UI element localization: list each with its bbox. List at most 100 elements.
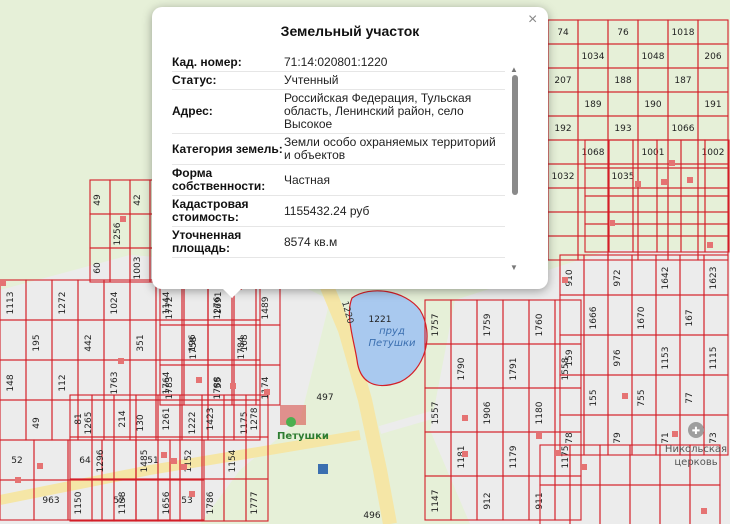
parcel-number-label: 1048: [642, 52, 665, 62]
church-label-2: церковь: [674, 457, 717, 468]
building-footprint: [0, 280, 6, 286]
parcel-number-label: 1763: [110, 372, 120, 395]
parcel-number-label: 167: [685, 309, 695, 326]
parcel-number-label: 159: [565, 349, 575, 366]
parcel-number-label: 1777: [250, 492, 260, 515]
parcel-number-label: 1623: [709, 267, 719, 290]
building-footprint: [562, 277, 568, 283]
building-footprint: [635, 181, 641, 187]
parcel-number-label: 1180: [535, 401, 545, 424]
info-row: Статус: Учтенный: [172, 72, 505, 90]
parcel-number-label: 1656: [162, 491, 172, 514]
parcel-number-label: 76: [617, 28, 629, 38]
parcel-number-label: 187: [674, 76, 691, 86]
parcel-number-label: 77: [685, 392, 695, 403]
parcel-number-label: 60: [93, 262, 103, 274]
building-footprint: [672, 431, 678, 437]
building-footprint: [536, 433, 542, 439]
scroll-down-icon[interactable]: ▼: [510, 263, 518, 272]
parcel-number-label: 155: [589, 389, 599, 406]
parcel-number-label: 1757: [431, 314, 441, 337]
parcel-number-label: 1758: [189, 336, 199, 359]
place-icon: [286, 417, 296, 427]
poi-petushki-label: Петушки: [277, 431, 329, 442]
parcel-number-label: 71: [661, 432, 671, 443]
parcel-number-label: 976: [613, 349, 623, 366]
parcel-number-label: 442: [84, 334, 94, 351]
building-footprint: [669, 160, 675, 166]
scroll-thumb[interactable]: [512, 75, 518, 195]
parcel-number-label: 1179: [509, 445, 519, 468]
building-footprint: [661, 179, 667, 185]
parcel-number-label: 1175: [240, 412, 250, 435]
info-row: Форма собственности: Частная: [172, 165, 505, 196]
parcel-number-label: 130: [136, 414, 146, 431]
building-footprint: [707, 242, 713, 248]
parcel-number-label: 755: [637, 389, 647, 406]
parcel-number-label: 1138: [118, 491, 128, 514]
parcel-number-label: 52: [11, 456, 22, 466]
info-value: 71:14:020801:1220: [284, 55, 388, 69]
building-footprint: [687, 177, 693, 183]
info-label: Форма собственности:: [172, 166, 266, 193]
parcel-number-label: 206: [704, 52, 721, 62]
church-cross-icon: ✚: [692, 426, 700, 437]
parcel-number-label: 148: [6, 374, 16, 391]
info-row: Кад. номер: 71:14:020801:1220: [172, 54, 505, 72]
parcel-number-label: 112: [58, 374, 68, 391]
building-footprint: [161, 452, 167, 458]
parcel-number-label: 192: [554, 124, 571, 134]
info-row: Уточненная площадь: 8574 кв.м: [172, 227, 505, 258]
parcel-number-label: 49: [32, 417, 42, 429]
building-footprint: [264, 389, 270, 395]
parcel-number-label: 1003: [133, 257, 143, 280]
parcel-number-label: 79: [613, 432, 623, 444]
bus-stop-icon[interactable]: [318, 464, 328, 474]
popup-scrollbar[interactable]: ▲ ▼: [510, 65, 520, 273]
building-footprint: [37, 463, 43, 469]
parcel-number-label: 1760: [535, 313, 545, 336]
parcel-number-label: 963: [42, 496, 59, 506]
parcel-number-label: 1485: [140, 450, 150, 473]
building-footprint: [120, 216, 126, 222]
info-label: Статус:: [172, 73, 217, 87]
info-value: Российская Федерация, Тульская область, …: [284, 91, 472, 131]
building-footprint: [15, 477, 21, 483]
parcel-number-label: 1423: [206, 408, 216, 431]
parcel-number-label: 1788: [213, 376, 223, 399]
info-label: Кадастровая стоимость:: [172, 197, 249, 224]
close-icon[interactable]: ×: [528, 11, 537, 29]
parcel-number-label: 1174: [261, 376, 271, 399]
info-value: 1155432.24 руб: [284, 203, 370, 218]
parcel-number-label: 207: [554, 76, 571, 86]
parcel-number-label: 1791: [509, 358, 519, 381]
parcel-number-label: 191: [704, 100, 721, 110]
parcel-number-label: 189: [584, 100, 601, 110]
parcel-number-label: 1034: [582, 52, 605, 62]
parcel-number-label: 214: [118, 410, 128, 427]
parcel-number-label: 73: [709, 432, 719, 443]
parcel-number-label: 1153: [661, 347, 671, 370]
info-label: Категория земель:: [172, 141, 283, 156]
parcel-number-label: 193: [614, 124, 631, 134]
info-value: Учтенный: [284, 73, 339, 87]
scroll-up-icon[interactable]: ▲: [510, 65, 518, 74]
building-footprint: [189, 491, 195, 497]
building-footprint: [181, 464, 187, 470]
parcel-number-label: 1272: [58, 292, 68, 315]
parcel-number-label: 1222: [188, 412, 198, 435]
building-footprint: [118, 358, 124, 364]
info-label: Уточненная площадь:: [172, 228, 242, 255]
info-row: Адрес: Российская Федерация, Тульская обл…: [172, 90, 505, 134]
parcel-number-label: 190: [644, 100, 661, 110]
parcel-number-label: 1783: [165, 377, 175, 400]
building-footprint: [701, 508, 707, 514]
info-value: 8574 кв.м: [284, 234, 338, 249]
parcel-number-label: 42: [133, 194, 143, 205]
parcel-number-label: 64: [79, 456, 91, 466]
parcel-number-label: 81: [74, 413, 84, 424]
info-row: Кадастровая стоимость: 1155432.24 руб: [172, 196, 505, 227]
parcel-number-label: 49: [93, 194, 103, 206]
parcel-number-label: 78: [565, 432, 575, 444]
info-label: Кад. номер:: [172, 55, 242, 69]
